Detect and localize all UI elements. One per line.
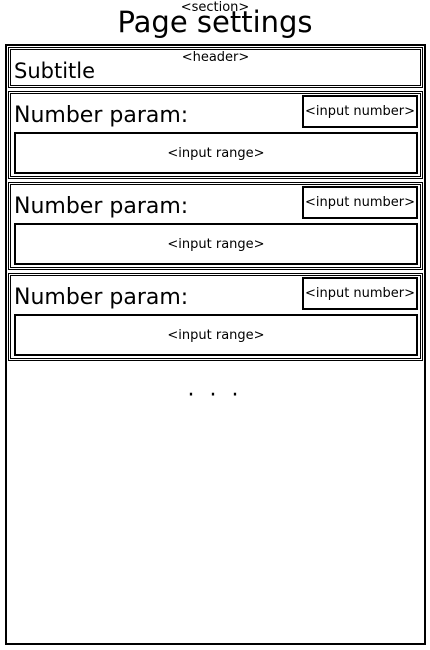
number-input-label-2: <input number> — [304, 195, 416, 210]
param-label-2: Number param: — [14, 194, 189, 219]
more-ellipsis: · · · — [187, 383, 243, 408]
number-input-label-1: <input number> — [304, 104, 416, 119]
range-input-label-3: <input range> — [167, 327, 265, 343]
page-title: Page settings — [117, 5, 313, 39]
number-input-label-3: <input number> — [304, 286, 416, 301]
param-label-1: Number param: — [14, 103, 189, 128]
range-input-1[interactable]: <input range> — [14, 132, 418, 174]
range-input-label-1: <input range> — [167, 145, 265, 161]
param-label-3: Number param: — [14, 285, 189, 310]
number-input-3[interactable]: <input number> — [302, 277, 418, 310]
number-input-2[interactable]: <input number> — [302, 186, 418, 219]
range-input-3[interactable]: <input range> — [14, 314, 418, 356]
number-input-1[interactable]: <input number> — [302, 95, 418, 128]
range-input-label-2: <input range> — [167, 236, 265, 252]
range-input-2[interactable]: <input range> — [14, 223, 418, 265]
subtitle: Subtitle — [14, 59, 96, 83]
